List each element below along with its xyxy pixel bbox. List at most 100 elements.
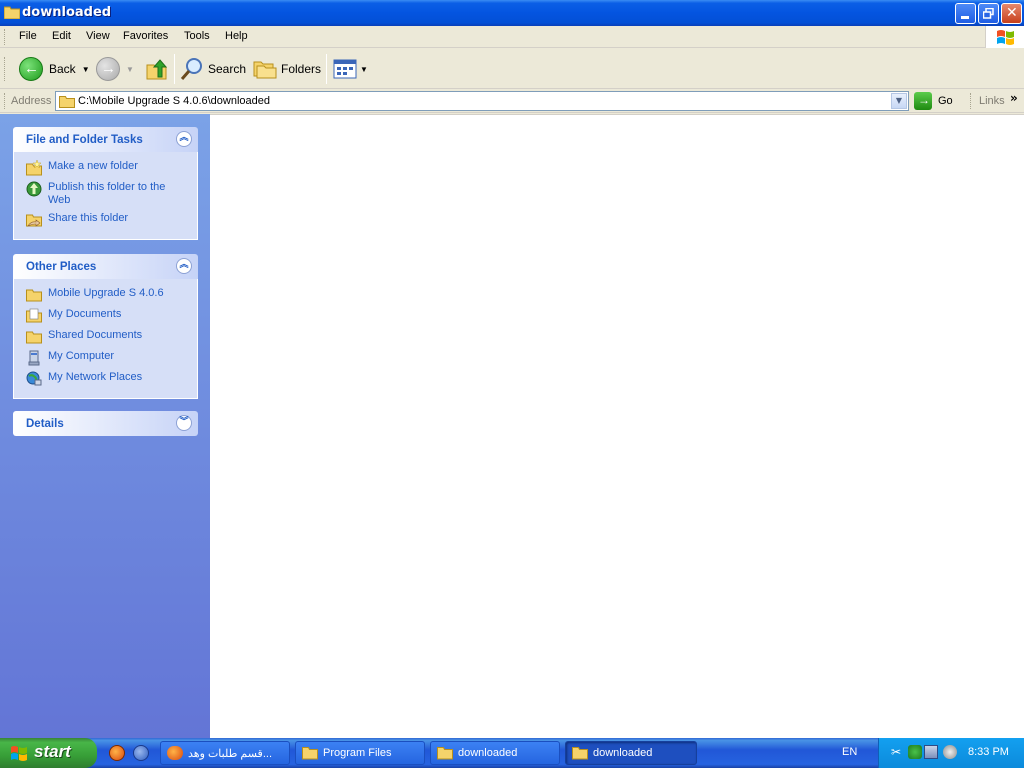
folder-icon bbox=[572, 747, 588, 760]
taskbar-button-label: downloaded bbox=[593, 747, 653, 759]
address-value: C:\Mobile Upgrade S 4.0.6\downloaded bbox=[78, 95, 271, 107]
show-desktop-quicklaunch-icon[interactable] bbox=[133, 745, 149, 761]
folder-icon bbox=[26, 289, 42, 302]
collapse-icon[interactable]: ︽ bbox=[176, 131, 192, 147]
title-bar[interactable]: downloaded ✕ bbox=[0, 0, 1024, 26]
taskbar-button-downloaded[interactable]: downloaded bbox=[430, 741, 560, 765]
toolbar-separator bbox=[326, 54, 327, 84]
file-list-view[interactable] bbox=[210, 114, 1024, 738]
folder-icon bbox=[26, 331, 42, 344]
menu-file[interactable]: File bbox=[19, 30, 37, 42]
minimize-button[interactable] bbox=[955, 3, 976, 24]
views-button[interactable]: ▼ bbox=[333, 55, 368, 83]
menu-tools[interactable]: Tools bbox=[184, 30, 210, 42]
close-icon: ✕ bbox=[1006, 5, 1018, 21]
views-icon bbox=[333, 59, 357, 79]
expand-icon[interactable]: ︾ bbox=[176, 415, 192, 431]
address-input[interactable]: C:\Mobile Upgrade S 4.0.6\downloaded ▼ bbox=[55, 91, 909, 111]
panel-header[interactable]: File and Folder Tasks ︽ bbox=[13, 127, 198, 152]
address-dropdown-button[interactable]: ▼ bbox=[891, 93, 907, 109]
toolbar-grip[interactable] bbox=[4, 29, 7, 45]
taskbar-button-label: قسم طلبات وهد... bbox=[188, 747, 272, 760]
language-indicator[interactable]: EN bbox=[842, 746, 857, 758]
share-folder-icon bbox=[26, 214, 42, 227]
toolbar-grip[interactable] bbox=[4, 93, 7, 109]
panel-header[interactable]: Details ︾ bbox=[13, 411, 198, 436]
place-my-documents[interactable]: My Documents bbox=[26, 308, 197, 324]
share-folder-link[interactable]: Share this folder bbox=[26, 212, 197, 228]
restore-icon bbox=[983, 8, 994, 19]
window-title: downloaded bbox=[22, 5, 112, 20]
address-label: Address bbox=[11, 95, 52, 107]
forward-button[interactable]: → ▼ bbox=[96, 55, 134, 83]
toolbar-separator bbox=[174, 54, 175, 84]
folders-icon bbox=[253, 61, 277, 79]
back-button[interactable]: ← Back ▼ bbox=[19, 55, 90, 83]
place-label: Shared Documents bbox=[48, 329, 143, 341]
taskbar-button-label: Program Files bbox=[323, 747, 392, 759]
place-label: My Network Places bbox=[48, 371, 143, 383]
menu-help[interactable]: Help bbox=[225, 30, 248, 42]
menu-view[interactable]: View bbox=[86, 30, 110, 42]
other-places-panel: Other Places ︽ Mobile Upgrade S 4.0.6 My… bbox=[13, 254, 198, 399]
folder-icon bbox=[437, 747, 453, 760]
chevron-right-icon[interactable]: » bbox=[1010, 91, 1018, 105]
my-documents-icon bbox=[26, 308, 42, 323]
taskbar-button-firefox[interactable]: قسم طلبات وهد... bbox=[160, 741, 290, 765]
network-tray-icon[interactable] bbox=[908, 745, 922, 759]
chevron-down-icon[interactable]: ▼ bbox=[360, 65, 368, 74]
system-tray: ✂ 8:33 PM bbox=[878, 738, 1024, 768]
forward-arrow-icon: → bbox=[96, 57, 120, 81]
start-button[interactable]: start bbox=[0, 738, 97, 768]
security-tray-icon[interactable] bbox=[943, 745, 957, 759]
folder-icon bbox=[4, 6, 20, 19]
search-button[interactable]: Search bbox=[180, 55, 246, 83]
taskbar-button-downloaded-active[interactable]: downloaded bbox=[565, 741, 697, 765]
windows-logo-icon bbox=[985, 26, 1024, 48]
panel-header[interactable]: Other Places ︽ bbox=[13, 254, 198, 279]
task-pane: File and Folder Tasks ︽ Make a new folde… bbox=[0, 114, 210, 738]
place-my-computer[interactable]: My Computer bbox=[26, 350, 197, 366]
taskbar-button-label: downloaded bbox=[458, 747, 518, 759]
toolbar-grip[interactable] bbox=[970, 93, 973, 109]
taskbar-button-program-files[interactable]: Program Files bbox=[295, 741, 425, 765]
go-button[interactable]: → Go bbox=[914, 92, 953, 110]
connection-tray-icon[interactable] bbox=[924, 745, 938, 759]
folders-button[interactable]: Folders bbox=[253, 55, 321, 83]
chevron-down-icon[interactable]: ▼ bbox=[82, 65, 90, 74]
folders-label: Folders bbox=[281, 62, 322, 76]
search-icon bbox=[180, 58, 202, 80]
publish-folder-web-link[interactable]: Publish this folder to the Web bbox=[26, 181, 197, 207]
chevron-down-icon[interactable]: ▼ bbox=[126, 65, 134, 74]
collapse-icon[interactable]: ︽ bbox=[176, 258, 192, 274]
make-new-folder-link[interactable]: Make a new folder bbox=[26, 160, 197, 176]
menu-edit[interactable]: Edit bbox=[52, 30, 71, 42]
address-bar: Address C:\Mobile Upgrade S 4.0.6\downlo… bbox=[0, 90, 1024, 113]
place-label: My Documents bbox=[48, 308, 122, 320]
restore-button[interactable] bbox=[978, 3, 999, 24]
firefox-quicklaunch-icon[interactable] bbox=[109, 745, 125, 761]
standard-toolbar: ← Back ▼ → ▼ Search Folders ▼ bbox=[0, 49, 1024, 89]
explorer-window: downloaded ✕ File Edit View Favorites To… bbox=[0, 0, 1024, 738]
task-label: Make a new folder bbox=[48, 160, 138, 172]
up-folder-button[interactable] bbox=[145, 55, 169, 83]
go-label: Go bbox=[938, 95, 953, 107]
clock[interactable]: 8:33 PM bbox=[968, 746, 1009, 758]
file-folder-tasks-panel: File and Folder Tasks ︽ Make a new folde… bbox=[13, 127, 198, 240]
links-toolbar[interactable]: Links bbox=[979, 95, 1005, 107]
menu-bar: File Edit View Favorites Tools Help bbox=[0, 26, 1024, 48]
chevron-down-icon: ▼ bbox=[895, 96, 903, 105]
menu-favorites[interactable]: Favorites bbox=[123, 30, 168, 42]
search-label: Search bbox=[208, 62, 247, 76]
place-shared-documents[interactable]: Shared Documents bbox=[26, 329, 197, 345]
back-arrow-icon: ← bbox=[19, 57, 43, 81]
folder-icon bbox=[302, 747, 318, 760]
firefox-icon bbox=[167, 746, 183, 760]
close-button[interactable]: ✕ bbox=[1001, 3, 1022, 24]
toolbar-grip[interactable] bbox=[4, 57, 7, 81]
place-mobile-upgrade[interactable]: Mobile Upgrade S 4.0.6 bbox=[26, 287, 197, 303]
scissors-tray-icon[interactable]: ✂ bbox=[891, 745, 905, 759]
place-label: My Computer bbox=[48, 350, 115, 362]
place-my-network-places[interactable]: My Network Places bbox=[26, 371, 197, 387]
folder-icon bbox=[59, 96, 75, 108]
